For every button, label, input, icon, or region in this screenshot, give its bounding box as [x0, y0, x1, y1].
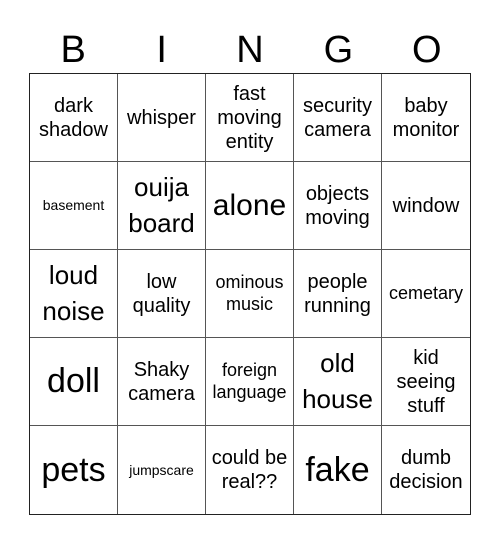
- bingo-cell[interactable]: baby monitor: [382, 74, 470, 162]
- header-letter-o: O: [412, 29, 442, 71]
- header-letter-g: G: [323, 29, 354, 71]
- bingo-cell[interactable]: security camera: [294, 74, 382, 162]
- bingo-cell[interactable]: loud noise: [30, 250, 118, 338]
- bingo-cell[interactable]: ominous music: [206, 250, 294, 338]
- bingo-cell[interactable]: ouija board: [118, 162, 206, 250]
- bingo-cell[interactable]: low quality: [118, 250, 206, 338]
- bingo-cell[interactable]: dark shadow: [30, 74, 118, 162]
- bingo-cell[interactable]: dumb decision: [382, 426, 470, 514]
- bingo-cell[interactable]: alone: [206, 162, 294, 250]
- bingo-cell[interactable]: basement: [30, 162, 118, 250]
- header-letter-n: N: [236, 29, 264, 71]
- bingo-cell[interactable]: cemetary: [382, 250, 470, 338]
- bingo-cell[interactable]: people running: [294, 250, 382, 338]
- bingo-cell[interactable]: doll: [30, 338, 118, 426]
- bingo-cell[interactable]: could be real??: [206, 426, 294, 514]
- bingo-grid: dark shadow whisper fast moving entity s…: [29, 73, 471, 515]
- header-letter-b: B: [60, 29, 86, 71]
- bingo-cell[interactable]: kid seeing stuff: [382, 338, 470, 426]
- header-letter-i: I: [156, 29, 167, 71]
- bingo-cell[interactable]: fast moving entity: [206, 74, 294, 162]
- bingo-cell[interactable]: foreign language: [206, 338, 294, 426]
- bingo-cell[interactable]: old house: [294, 338, 382, 426]
- bingo-cell[interactable]: objects moving: [294, 162, 382, 250]
- bingo-cell[interactable]: Shaky camera: [118, 338, 206, 426]
- bingo-cell[interactable]: pets: [30, 426, 118, 514]
- bingo-cell[interactable]: whisper: [118, 74, 206, 162]
- bingo-header: B I N G O: [29, 28, 471, 72]
- bingo-cell[interactable]: window: [382, 162, 470, 250]
- bingo-cell[interactable]: fake: [294, 426, 382, 514]
- bingo-cell[interactable]: jumpscare: [118, 426, 206, 514]
